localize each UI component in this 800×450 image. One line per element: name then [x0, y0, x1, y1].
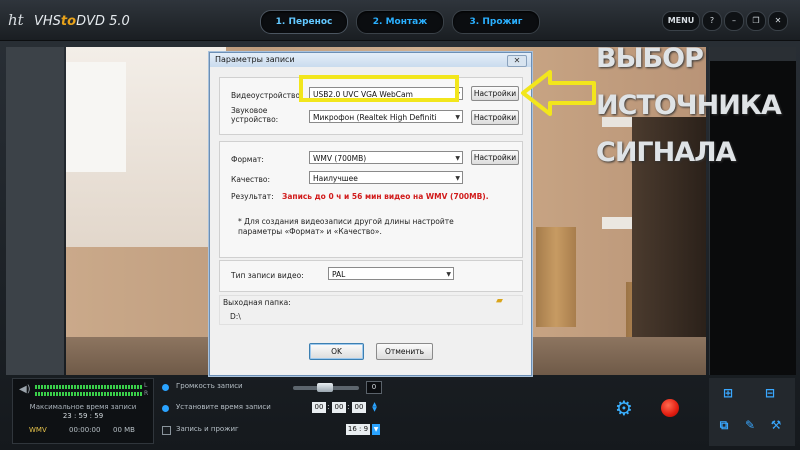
- format-note: * Для создания видеозаписи другой длины …: [238, 217, 454, 236]
- format-panel: Формат: WMV (700MB) ▼ Настройки Качество:…: [219, 141, 523, 258]
- spin-icon[interactable]: ▲ ▼: [371, 402, 378, 413]
- time-row: Установите время записи 00 : 00 : 00 ▲ ▼: [160, 402, 386, 416]
- record-status-row: WMV 00:00:00 00 MB: [13, 425, 153, 437]
- time-separator: :: [347, 402, 350, 411]
- audio-device-value: Микрофон (Realtek High Definiti: [313, 113, 437, 122]
- video-type-label: Тип записи видео:: [231, 271, 304, 280]
- logo-vhs: VHS: [34, 14, 61, 29]
- preview-window: [66, 62, 126, 172]
- result-value: Запись до 0 ч и 56 мин видео на WMV (700…: [282, 192, 489, 201]
- video-type-value: PAL: [332, 270, 346, 279]
- folder-icon[interactable]: ▰: [496, 296, 503, 306]
- record-icon[interactable]: [661, 399, 679, 417]
- video-type-select[interactable]: PAL ▼: [328, 267, 454, 280]
- record-size: 00 MB: [113, 426, 135, 434]
- overlay-line-3: СИГНАЛА: [596, 137, 736, 168]
- preview-wood: [536, 227, 576, 327]
- quality-label: Качество:: [231, 175, 270, 184]
- video-type-panel: Тип записи видео: PAL ▼: [219, 260, 523, 292]
- time-minutes-input[interactable]: 00: [332, 402, 346, 413]
- device-highlight-frame: [299, 75, 459, 102]
- left-strip: [6, 47, 64, 375]
- cancel-button[interactable]: Отменить: [376, 343, 433, 360]
- channel-left-label: L: [144, 382, 148, 389]
- channel-right-label: R: [144, 390, 149, 397]
- split-icon[interactable]: ⧉: [715, 418, 733, 432]
- tools-icon[interactable]: ⚒: [767, 418, 785, 432]
- max-record-label: Максимальное время записи: [29, 403, 137, 411]
- maximize-button[interactable]: ❐: [746, 11, 766, 31]
- burn-checkbox[interactable]: [162, 426, 171, 435]
- logo-to: to: [60, 14, 77, 29]
- dropdown-icon: ▼: [455, 114, 460, 121]
- ok-button[interactable]: OK: [309, 343, 364, 360]
- close-button[interactable]: ✕: [768, 11, 788, 31]
- time-hours-input[interactable]: 00: [312, 402, 326, 413]
- volume-row: Громкость записи 0: [160, 381, 386, 395]
- video-device-label: Видеоустройство:: [231, 91, 303, 100]
- aspect-ratio-select[interactable]: 16 : 9: [346, 424, 370, 435]
- result-label: Результат:: [231, 192, 274, 201]
- audio-device-select[interactable]: Микрофон (Realtek High Definiti ▼: [309, 110, 463, 123]
- dialog-title: Параметры записи: [215, 55, 295, 64]
- volume-label: Громкость записи: [176, 382, 243, 390]
- format-settings-button[interactable]: Настройки: [471, 150, 519, 165]
- output-folder-label: Выходная папка:: [223, 298, 291, 307]
- dropdown-icon[interactable]: ▼: [372, 424, 380, 435]
- dropdown-icon: ▼: [455, 175, 460, 182]
- tab-burn[interactable]: 3. Прожиг: [452, 10, 540, 34]
- volume-radio[interactable]: [162, 384, 169, 391]
- arrow-left-icon: [521, 70, 596, 116]
- remove-clip-icon[interactable]: ⊟: [761, 386, 779, 400]
- menu-button[interactable]: MENU: [662, 11, 700, 31]
- level-meter-right: [35, 392, 143, 396]
- quality-value: Наилучшее: [313, 174, 358, 183]
- video-settings-button[interactable]: Настройки: [471, 86, 519, 101]
- audio-device-label: Звуковое: [231, 106, 268, 115]
- logo-dvd: DVD 5.0: [76, 14, 130, 29]
- quality-select[interactable]: Наилучшее ▼: [309, 171, 463, 184]
- time-seconds-input[interactable]: 00: [352, 402, 366, 413]
- gear-icon[interactable]: ⚙: [610, 394, 638, 422]
- audio-settings-button[interactable]: Настройки: [471, 110, 519, 125]
- output-folder-path[interactable]: D:\: [230, 312, 241, 321]
- output-folder-panel: Выходная папка: ▰ D:\: [219, 295, 523, 325]
- tab-transfer[interactable]: 1. Перенос: [260, 10, 348, 34]
- format-label: Формат:: [231, 155, 264, 164]
- logo-name: VHStoDVD 5.0: [34, 14, 130, 29]
- dialog-titlebar: Параметры записи ✕: [210, 53, 531, 67]
- level-meter-left: [35, 385, 143, 389]
- help-button[interactable]: ?: [702, 11, 722, 31]
- right-tools: ⊞ ⊟ ⧉ ✎ ⚒: [709, 378, 795, 446]
- dialog-close-icon[interactable]: ✕: [507, 55, 527, 67]
- record-format: WMV: [29, 426, 47, 434]
- burn-row: Запись и прожиг 16 : 9 ▼: [160, 424, 386, 438]
- logo-ht: ht: [8, 11, 24, 29]
- overlay-line-1: ВЫБОР: [596, 43, 704, 74]
- dropdown-icon: ▼: [455, 155, 460, 162]
- max-record-time: 23 : 59 : 59: [62, 412, 104, 420]
- format-value: WMV (700MB): [313, 154, 367, 163]
- volume-value[interactable]: 0: [366, 381, 382, 394]
- app-window: ht VHStoDVD 5.0 1. Перенос 2. Монтаж 3. …: [0, 0, 800, 450]
- elapsed-time: 00:00:00: [69, 426, 101, 434]
- time-radio[interactable]: [162, 405, 169, 412]
- overlay-line-2: ИСТОЧНИКА: [596, 90, 782, 121]
- add-clip-icon[interactable]: ⊞: [719, 386, 737, 400]
- format-select[interactable]: WMV (700MB) ▼: [309, 151, 463, 164]
- minimize-button[interactable]: –: [724, 11, 744, 31]
- dropdown-icon: ▼: [446, 271, 451, 278]
- volume-slider[interactable]: [293, 383, 359, 392]
- time-separator: :: [327, 402, 330, 411]
- audio-panel: ◀) L R Максимальное время записи 23 : 59…: [12, 378, 154, 444]
- record-settings: Громкость записи 0 Установите время запи…: [156, 378, 386, 442]
- volume-slider-knob[interactable]: [317, 383, 333, 392]
- burn-label: Запись и прожиг: [176, 425, 239, 433]
- edit-icon[interactable]: ✎: [741, 418, 759, 432]
- audio-device-label-2: устройство:: [231, 115, 279, 124]
- overlay-caption: ВЫБОР ИСТОЧНИКА СИГНАЛА: [596, 35, 800, 176]
- speaker-icon[interactable]: ◀): [19, 385, 31, 395]
- tab-edit[interactable]: 2. Монтаж: [356, 10, 444, 34]
- time-label: Установите время записи: [176, 403, 271, 411]
